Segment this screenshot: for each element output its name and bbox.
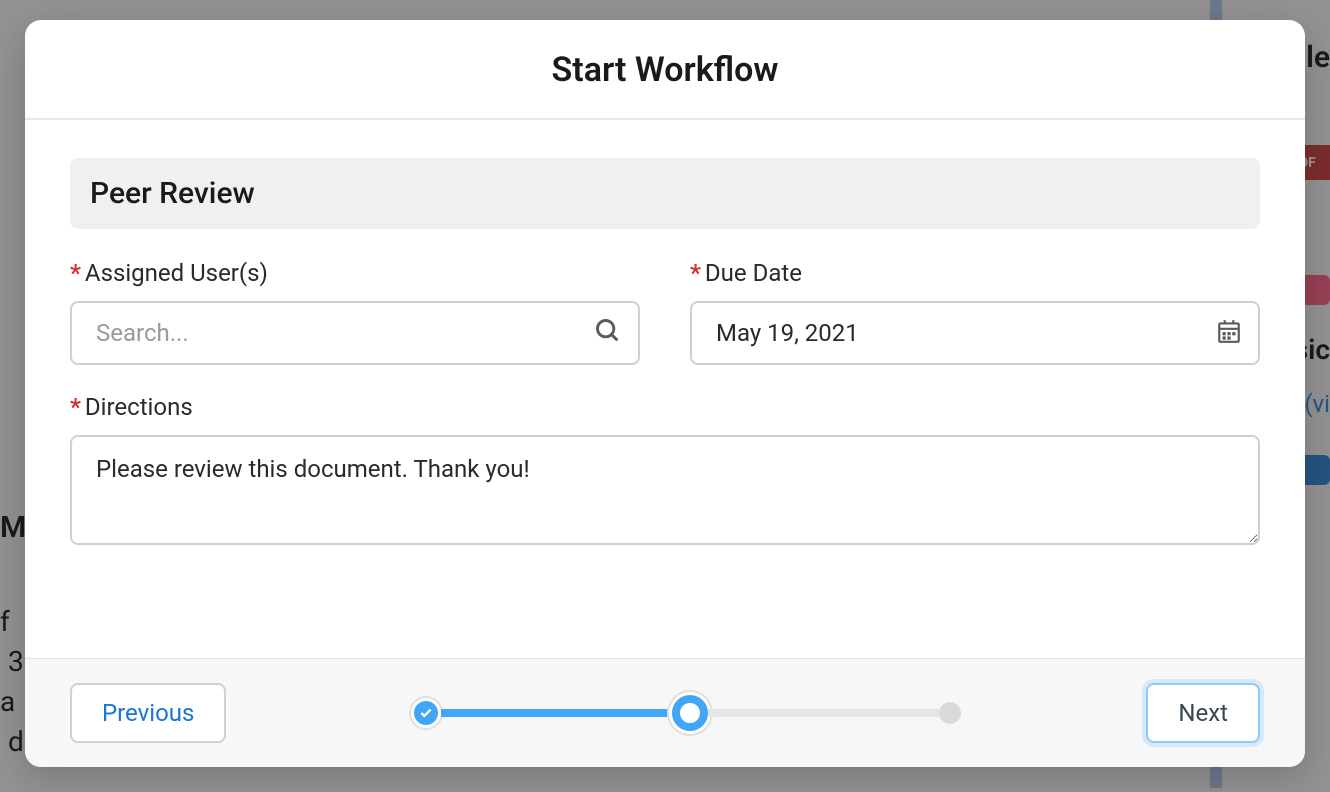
step-line-2 <box>708 709 939 717</box>
search-input-wrapper <box>70 301 640 365</box>
assigned-users-group: *Assigned User(s) <box>70 259 640 365</box>
due-date-input[interactable] <box>690 301 1260 365</box>
directions-textarea[interactable] <box>70 435 1260 545</box>
form-row: *Assigned User(s) *Due Date <box>70 259 1260 365</box>
directions-group: *Directions <box>70 393 1260 549</box>
calendar-icon[interactable] <box>1216 318 1242 348</box>
step-2-current <box>672 695 708 731</box>
step-3-upcoming <box>939 702 961 724</box>
directions-label: *Directions <box>70 393 1260 421</box>
required-indicator: * <box>70 393 81 421</box>
required-indicator: * <box>70 259 81 287</box>
modal-body: Peer Review *Assigned User(s) <box>25 120 1305 658</box>
modal-title: Start Workflow <box>45 50 1285 90</box>
step-1-completed <box>411 698 441 728</box>
date-input-wrapper <box>690 301 1260 365</box>
step-line-1 <box>441 709 672 717</box>
due-date-group: *Due Date <box>690 259 1260 365</box>
previous-button[interactable]: Previous <box>70 683 226 743</box>
start-workflow-modal: Start Workflow Peer Review *Assigned Use… <box>25 20 1305 767</box>
due-date-label: *Due Date <box>690 259 1260 287</box>
modal-header: Start Workflow <box>25 20 1305 120</box>
section-title: Peer Review <box>70 158 1260 229</box>
search-icon[interactable] <box>594 317 622 349</box>
next-button[interactable]: Next <box>1146 683 1260 743</box>
assigned-users-label: *Assigned User(s) <box>70 259 640 287</box>
required-indicator: * <box>690 259 701 287</box>
assigned-users-search-input[interactable] <box>70 301 640 365</box>
progress-stepper <box>411 695 961 731</box>
modal-footer: Previous Next <box>25 658 1305 767</box>
